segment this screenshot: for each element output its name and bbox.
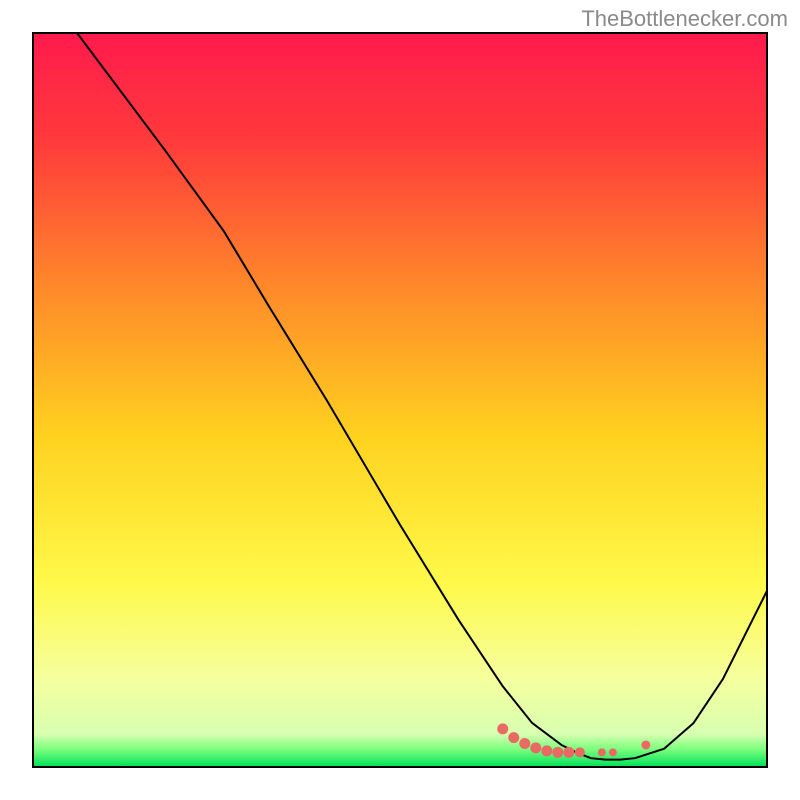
data-marker [497,723,508,734]
chart-container: TheBottlenecker.com [0,0,800,800]
bottleneck-chart [0,0,800,800]
watermark-text: TheBottlenecker.com [581,6,788,32]
data-marker [519,738,530,749]
data-marker [598,748,606,756]
data-marker [530,742,541,753]
data-marker [508,732,519,743]
plot-background [33,33,767,767]
data-marker [563,747,574,758]
data-marker [609,748,617,756]
data-marker [641,740,650,749]
data-marker [552,747,563,758]
data-marker [541,745,552,756]
data-marker [575,747,585,757]
